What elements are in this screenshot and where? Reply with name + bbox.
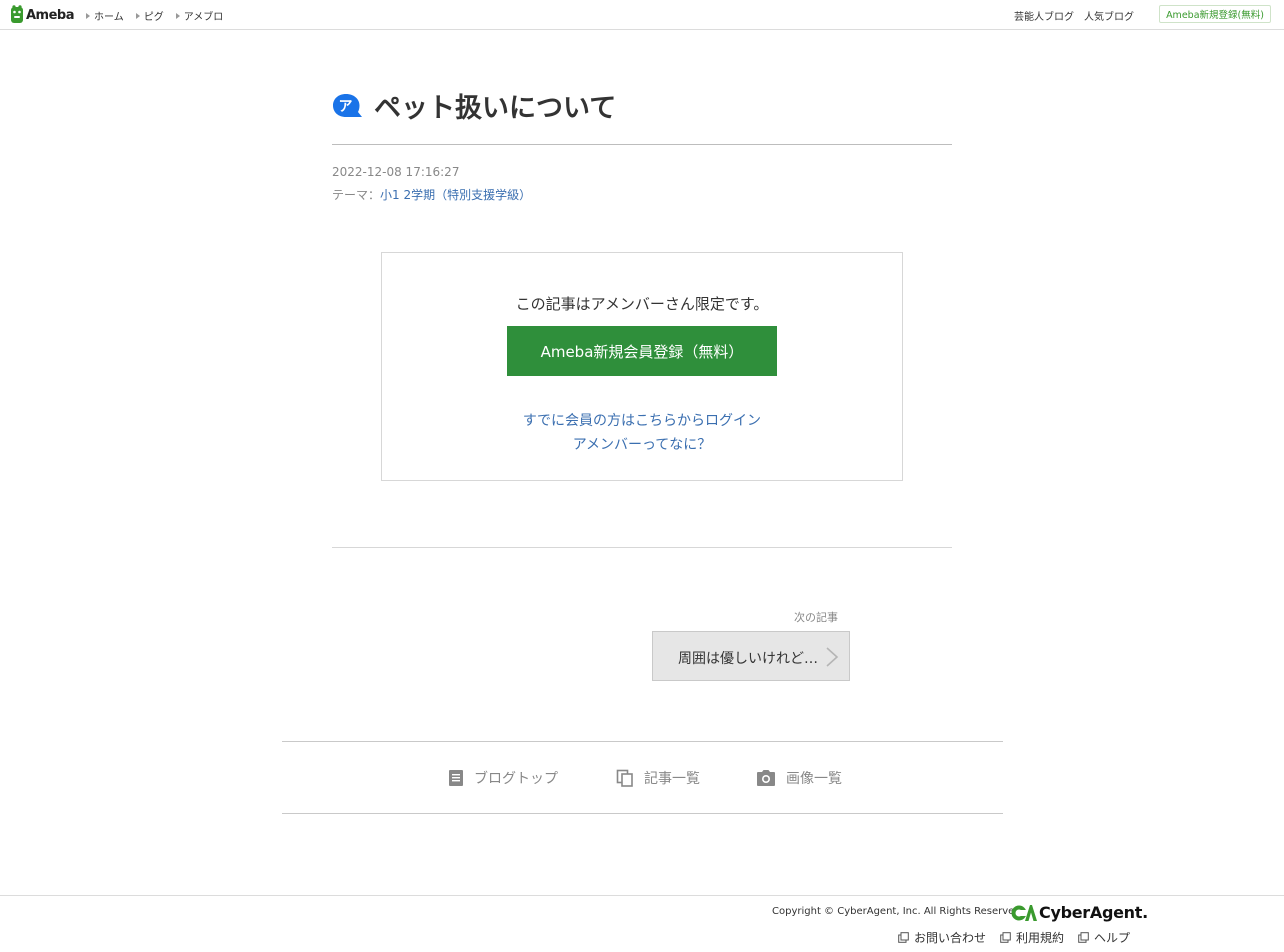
popular-blog-link[interactable]: 人気ブログ <box>1084 8 1134 23</box>
cyberagent-logo-text: CyberAgent. <box>1039 903 1148 922</box>
nav-home-label: ホーム <box>94 12 124 23</box>
terms-label: 利用規約 <box>1016 931 1065 945</box>
triangle-right-icon <box>175 12 180 19</box>
right-nav: 芸能人ブログ 人気ブログ <box>1014 8 1134 23</box>
celebrity-blog-link[interactable]: 芸能人ブログ <box>1014 8 1074 23</box>
svg-text:ア: ア <box>339 99 353 115</box>
contact-link[interactable]: お問い合わせ <box>898 929 986 946</box>
member-only-box: この記事はアメンバーさん限定です。 Ameba新規会員登録（無料） すでに会員の… <box>381 252 903 481</box>
cyberagent-logo[interactable]: CyberAgent. <box>1011 903 1148 922</box>
contact-label: お問い合わせ <box>914 931 987 945</box>
terms-link[interactable]: 利用規約 <box>1000 929 1064 946</box>
global-nav: ホーム ピグ アメブロ <box>86 8 223 23</box>
top-bar: Ameba ホーム ピグ アメブロ 芸能人ブログ 人気ブログ Ameba新規登録… <box>0 0 1284 30</box>
footer-links: お問い合わせ 利用規約 ヘルプ <box>898 929 1130 946</box>
amember-icon: ア <box>333 94 362 117</box>
next-article-button[interactable]: 周囲は優しいけれど… <box>652 631 850 681</box>
nav-pigg-label: ピグ <box>143 12 164 23</box>
next-article-label: 次の記事 <box>794 611 838 624</box>
member-signup-button[interactable]: Ameba新規会員登録（無料） <box>507 326 777 376</box>
nav-ameblo-label: アメブロ <box>183 12 224 23</box>
theme-link[interactable]: 小1 2学期（特別支援学級） <box>380 188 531 202</box>
footer: Copyright © CyberAgent, Inc. All Rights … <box>0 895 1284 952</box>
nav-home[interactable]: ホーム <box>86 8 124 23</box>
document-icon <box>449 770 463 786</box>
image-list-link[interactable]: 画像一覧 <box>756 768 842 788</box>
what-is-amember-link[interactable]: アメンバーってなに？ <box>382 434 902 454</box>
content-divider <box>332 547 952 548</box>
copyright: Copyright © CyberAgent, Inc. All Rights … <box>772 906 1024 917</box>
article-theme: テーマ：小1 2学期（特別支援学級） <box>332 186 531 203</box>
triangle-right-icon <box>86 12 90 19</box>
login-link[interactable]: すでに会員の方はこちらからログイン <box>382 410 902 430</box>
external-link-icon <box>898 932 909 943</box>
article-date: 2022-12-08 17:16:27 <box>332 165 460 179</box>
nav-pigg[interactable]: ピグ <box>135 8 164 23</box>
header-signup-button[interactable]: Ameba新規登録(無料) <box>1159 5 1271 23</box>
member-only-message: この記事はアメンバーさん限定です。 <box>515 295 769 313</box>
article-list-label: 記事一覧 <box>644 771 700 787</box>
chevron-right-icon <box>826 647 839 667</box>
article-list-link[interactable]: 記事一覧 <box>616 768 700 788</box>
help-label: ヘルプ <box>1094 931 1131 945</box>
cyberagent-mark-icon <box>1011 904 1037 921</box>
camera-icon <box>757 770 775 786</box>
nav-ameblo[interactable]: アメブロ <box>175 8 224 23</box>
copy-icon <box>616 769 633 787</box>
help-link[interactable]: ヘルプ <box>1078 929 1130 946</box>
article-header: ア ペット扱いについて <box>332 90 952 145</box>
ameba-logo[interactable]: Ameba <box>10 5 75 25</box>
article-title: ペット扱いについて <box>374 93 617 124</box>
theme-prefix: テーマ： <box>332 188 381 202</box>
blog-top-label: ブログトップ <box>474 771 558 787</box>
ameba-mascot-icon <box>11 5 23 23</box>
blog-top-link[interactable]: ブログトップ <box>448 768 558 788</box>
triangle-right-icon <box>135 12 140 19</box>
next-article-title: 周囲は優しいけれど… <box>678 651 818 667</box>
external-link-icon <box>1078 932 1089 943</box>
image-list-label: 画像一覧 <box>786 771 842 787</box>
external-link-icon <box>1000 932 1011 943</box>
logo-text: Ameba <box>26 7 75 23</box>
blog-nav: ブログトップ 記事一覧 画像一覧 <box>282 741 1003 814</box>
